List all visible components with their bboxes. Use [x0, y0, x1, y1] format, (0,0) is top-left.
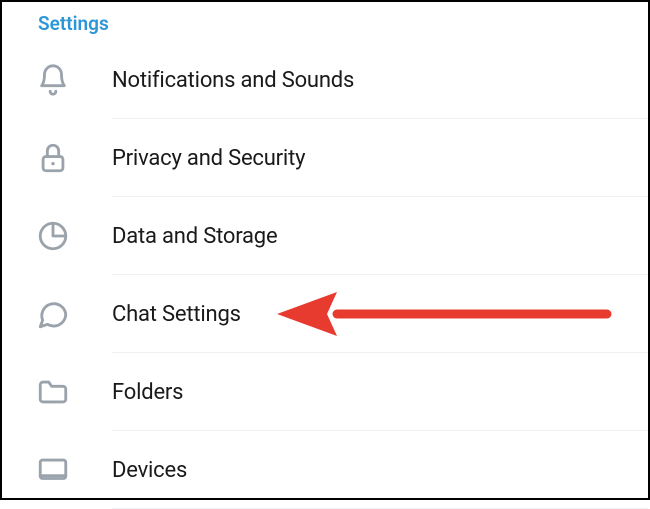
lock-icon: [36, 141, 112, 175]
settings-row-data[interactable]: Data and Storage: [2, 197, 648, 275]
row-label: Devices: [112, 458, 187, 483]
section-title: Settings: [2, 2, 648, 41]
row-label: Data and Storage: [112, 224, 277, 249]
settings-row-folders[interactable]: Folders: [2, 353, 648, 431]
chat-bubble-icon: [36, 297, 112, 331]
settings-row-devices[interactable]: Devices: [2, 431, 648, 509]
settings-row-chat[interactable]: Chat Settings: [2, 275, 648, 353]
folder-icon: [36, 375, 112, 409]
settings-row-privacy[interactable]: Privacy and Security: [2, 119, 648, 197]
row-label: Privacy and Security: [112, 146, 305, 171]
row-label: Notifications and Sounds: [112, 68, 354, 93]
row-label: Folders: [112, 380, 183, 405]
settings-panel: Settings Notifications and Sounds Privac…: [0, 0, 650, 500]
row-label: Chat Settings: [112, 302, 241, 327]
settings-list: Notifications and Sounds Privacy and Sec…: [2, 41, 648, 509]
pie-chart-icon: [36, 219, 112, 253]
settings-row-notifications[interactable]: Notifications and Sounds: [2, 41, 648, 119]
bell-icon: [36, 63, 112, 97]
device-icon: [36, 453, 112, 487]
